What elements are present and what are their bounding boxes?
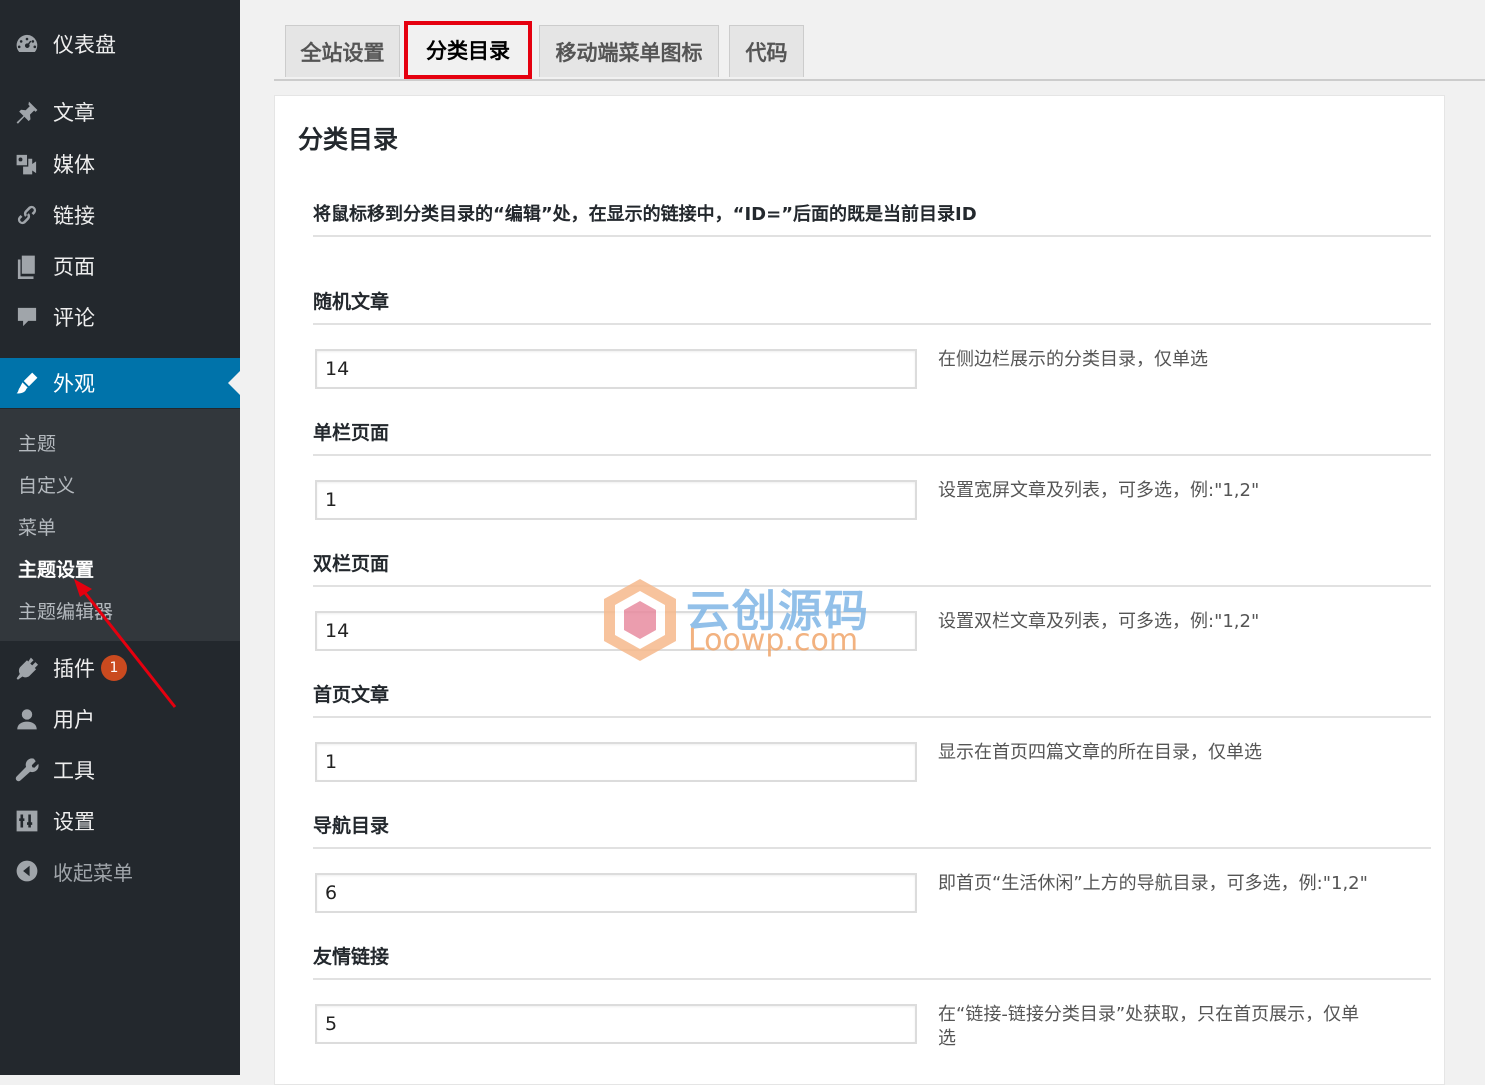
menu-item-tools[interactable]: 工具 xyxy=(0,745,240,795)
menu-label: 插件 xyxy=(53,657,95,681)
field-label-friend-links: 友情链接 xyxy=(313,946,390,968)
update-count-badge: 1 xyxy=(101,655,127,681)
home-posts-input[interactable] xyxy=(315,742,917,782)
settings-panel: 分类目录 将鼠标移到分类目录的“编辑”处，在显示的链接中，“ID=”后面的既是当… xyxy=(274,95,1445,1085)
admin-sidebar: 仪表盘 文章 媒体 链接 页面 评论 外观 主题 自定义 菜单 主题设置 主题编… xyxy=(0,0,240,1075)
field-desc-home-posts: 显示在首页四篇文章的所在目录，仅单选 xyxy=(938,742,1262,763)
menu-item-pages[interactable]: 页面 xyxy=(0,241,240,291)
field-desc-friend-links: 在“链接-链接分类目录”处获取，只在首页展示，仅单选 xyxy=(938,1004,1360,1049)
tab-code[interactable]: 代码 xyxy=(729,25,804,77)
menu-label: 媒体 xyxy=(53,153,95,177)
submenu-item-themes[interactable]: 主题 xyxy=(18,429,56,456)
menu-label: 页面 xyxy=(53,255,95,279)
menu-item-appearance[interactable]: 外观 xyxy=(0,358,240,408)
friend-links-input[interactable] xyxy=(315,1004,917,1044)
field-label-random-posts: 随机文章 xyxy=(313,291,390,313)
divider xyxy=(313,235,1431,237)
menu-label: 链接 xyxy=(53,204,95,228)
link-icon xyxy=(13,201,41,229)
panel-title: 分类目录 xyxy=(298,125,399,154)
random-posts-input[interactable] xyxy=(315,349,917,389)
field-desc-random-posts: 在侧边栏展示的分类目录，仅单选 xyxy=(938,349,1208,370)
menu-item-settings[interactable]: 设置 xyxy=(0,796,240,846)
panel-intro-text: 将鼠标移到分类目录的“编辑”处，在显示的链接中，“ID=”后面的既是当前目录ID xyxy=(313,204,977,225)
single-column-input[interactable] xyxy=(315,480,917,520)
brush-icon xyxy=(13,369,41,397)
field-desc-single-column: 设置宽屏文章及列表，可多选，例:"1,2" xyxy=(938,480,1260,501)
divider xyxy=(313,847,1431,849)
collapse-icon xyxy=(13,857,41,885)
pin-icon xyxy=(13,98,41,126)
tab-categories[interactable]: 分类目录 xyxy=(404,21,532,79)
menu-label: 外观 xyxy=(53,372,95,396)
wrench-icon xyxy=(13,756,41,784)
menu-label: 文章 xyxy=(53,101,95,125)
appearance-submenu: 主题 自定义 菜单 主题设置 主题编辑器 xyxy=(0,409,240,641)
double-column-input[interactable] xyxy=(315,611,917,651)
field-desc-nav-category: 即首页“生活休闲”上方的导航目录，可多选，例:"1,2" xyxy=(938,873,1368,894)
field-label-single-column: 单栏页面 xyxy=(313,422,390,444)
field-desc-double-column: 设置双栏文章及列表，可多选，例:"1,2" xyxy=(938,611,1260,632)
nav-category-input[interactable] xyxy=(315,873,917,913)
divider xyxy=(313,454,1431,456)
menu-label: 设置 xyxy=(53,810,95,834)
divider xyxy=(313,978,1431,980)
field-label-nav-category: 导航目录 xyxy=(313,815,390,837)
media-icon xyxy=(13,150,41,178)
page-icon xyxy=(13,252,41,280)
submenu-item-customize[interactable]: 自定义 xyxy=(18,471,75,498)
menu-item-users[interactable]: 用户 xyxy=(0,694,240,744)
submenu-item-theme-settings[interactable]: 主题设置 xyxy=(18,555,94,582)
menu-item-media[interactable]: 媒体 xyxy=(0,139,240,189)
collapse-menu-button[interactable]: 收起菜单 xyxy=(0,846,240,896)
comment-icon xyxy=(13,303,41,331)
menu-item-comments[interactable]: 评论 xyxy=(0,292,240,342)
menu-item-plugins[interactable]: 插件 1 xyxy=(0,643,240,693)
menu-label: 工具 xyxy=(53,759,95,783)
plugin-icon xyxy=(13,654,41,682)
menu-item-dashboard[interactable]: 仪表盘 xyxy=(0,19,240,69)
menu-item-posts[interactable]: 文章 xyxy=(0,87,240,137)
settings-icon xyxy=(13,807,41,835)
user-icon xyxy=(13,705,41,733)
tab-site-settings[interactable]: 全站设置 xyxy=(285,25,400,77)
menu-label: 评论 xyxy=(53,306,95,330)
settings-tabbar: 全站设置 分类目录 移动端菜单图标 代码 xyxy=(274,0,1485,81)
submenu-item-theme-editor[interactable]: 主题编辑器 xyxy=(18,597,113,624)
divider xyxy=(313,323,1431,325)
divider xyxy=(313,585,1431,587)
dashboard-icon xyxy=(13,30,41,58)
divider xyxy=(313,716,1431,718)
field-label-home-posts: 首页文章 xyxy=(313,684,390,706)
tab-mobile-menu-icons[interactable]: 移动端菜单图标 xyxy=(539,25,719,77)
menu-label: 用户 xyxy=(53,708,95,732)
submenu-item-menus[interactable]: 菜单 xyxy=(18,513,56,540)
field-label-double-column: 双栏页面 xyxy=(313,553,390,575)
menu-label: 仪表盘 xyxy=(53,33,116,57)
menu-label: 收起菜单 xyxy=(53,860,133,885)
menu-item-links[interactable]: 链接 xyxy=(0,190,240,240)
